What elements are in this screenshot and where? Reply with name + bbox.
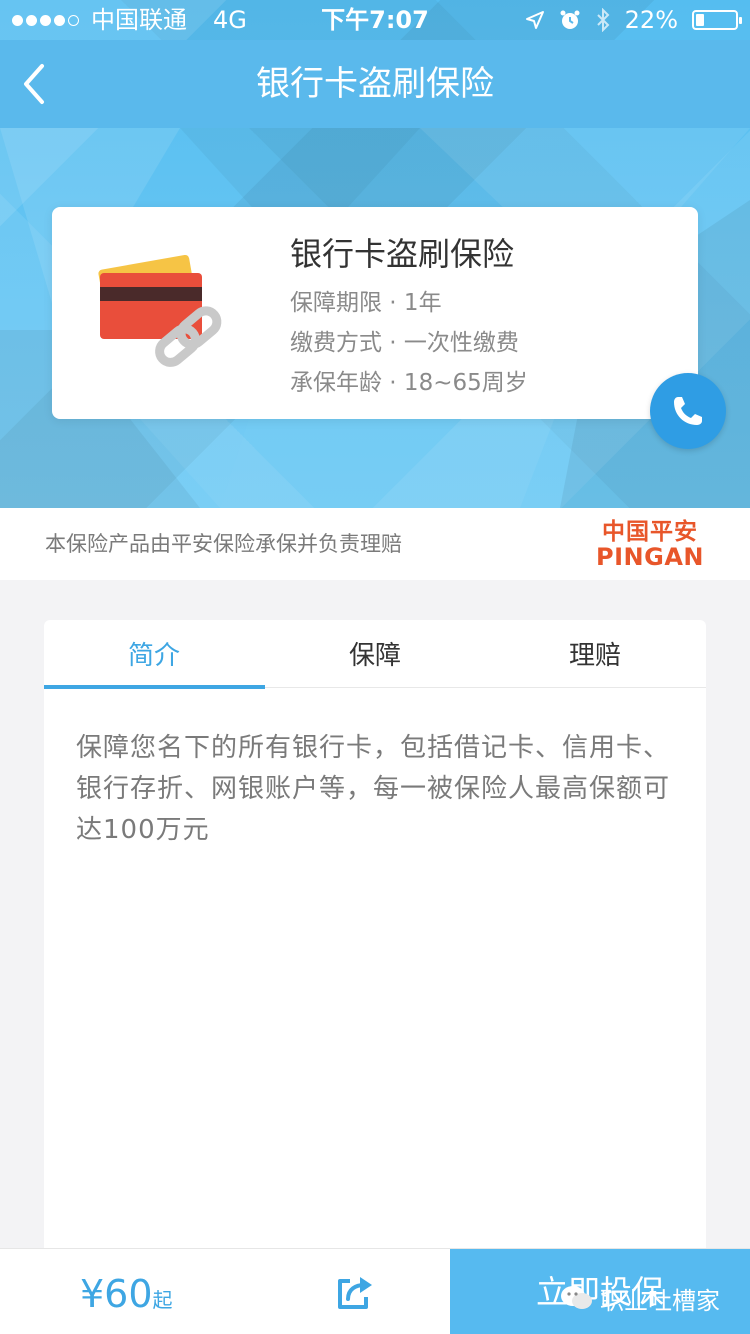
underwriter-text: 本保险产品由平安保险承保并负责理赔 <box>45 532 402 556</box>
nav-bar: 银行卡盗刷保险 <box>0 40 750 128</box>
product-payment: 缴费方式 · 一次性缴费 <box>290 330 519 356</box>
phone-button[interactable] <box>650 373 726 449</box>
price-amount: ¥60 <box>80 1272 153 1316</box>
pingan-logo: 中国平安 PINGAN <box>590 520 710 570</box>
product-title: 银行卡盗刷保险 <box>290 235 515 273</box>
tab-bar: 简介 保障 理赔 <box>44 620 706 689</box>
pingan-logo-en: PINGAN <box>596 543 704 571</box>
price-suffix: 起 <box>152 1288 173 1312</box>
pingan-logo-cn: 中国平安 <box>602 519 698 545</box>
tab-intro[interactable]: 简介 <box>44 620 264 688</box>
battery-fill <box>696 14 704 26</box>
underwriter-strip: 本保险产品由平安保险承保并负责理赔 中国平安 PINGAN <box>0 508 750 580</box>
phone-icon <box>674 397 702 425</box>
status-bar: 中国联通 4G 下午7:07 22% <box>0 0 750 40</box>
info-panel: 简介 保障 理赔 保障您名下的所有银行卡，包括借记卡、信用卡、银行存折、网银账户… <box>44 620 706 1248</box>
intro-text: 保障您名下的所有银行卡，包括借记卡、信用卡、银行存折、网银账户等，每一被保险人最… <box>76 733 671 845</box>
tab-indicator <box>44 685 265 689</box>
page-title: 银行卡盗刷保险 <box>256 64 494 104</box>
price: ¥60起 <box>80 1249 173 1334</box>
share-button[interactable] <box>332 1271 376 1315</box>
watermark: 职业吐槽家 <box>560 1280 740 1316</box>
product-card: 银行卡盗刷保险 保障期限 · 1年 缴费方式 · 一次性缴费 承保年龄 · 18… <box>52 207 698 419</box>
watermark-text: 职业吐槽家 <box>600 1286 720 1315</box>
battery-icon <box>692 10 742 30</box>
status-right: 22% <box>525 0 742 40</box>
product-term: 保障期限 · 1年 <box>290 290 442 316</box>
alarm-icon <box>560 10 580 29</box>
tab-coverage[interactable]: 保障 <box>265 620 485 688</box>
tab-claims[interactable]: 理赔 <box>485 620 705 688</box>
share-icon <box>338 1277 372 1309</box>
product-age: 承保年龄 · 18~65周岁 <box>290 370 528 396</box>
hero-banner: 中国联通 4G 下午7:07 22% 银行卡盗刷保险 银行卡盗刷保险 保障期限 … <box>0 0 750 508</box>
location-icon <box>525 11 544 29</box>
battery-percent: 22% <box>624 6 678 34</box>
bluetooth-icon <box>596 8 610 32</box>
bank-card-link-icon <box>98 254 222 367</box>
wechat-icon <box>561 1286 592 1309</box>
